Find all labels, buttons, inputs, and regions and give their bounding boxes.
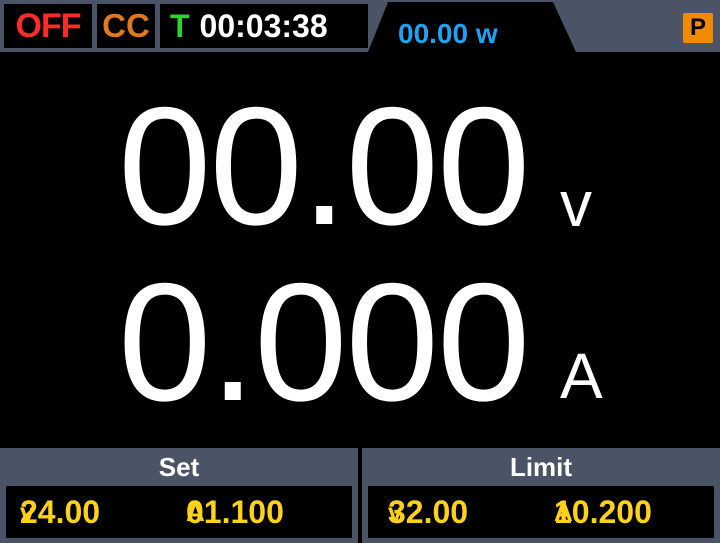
timer-icon: T [170,8,190,44]
voltage-value: 00.00 [118,72,530,260]
voltage-readout: 00.00 v [0,72,720,260]
current-readout: 0.000 A [0,248,720,436]
set-panel-values: 24.00 v 01.100 A [6,486,352,538]
set-panel[interactable]: Set 24.00 v 01.100 A [0,448,358,543]
limit-panel-title: Limit [509,452,573,482]
limit-current-unit: A [554,497,573,527]
set-panel-title: Set [158,452,200,482]
limit-panel-values: 32.00 v 10.200 A [368,486,714,538]
timer-display: T 00:03:38 [160,4,368,48]
power-readout-tab: 00.00 w [368,2,576,52]
limit-voltage-unit: v [388,497,403,527]
output-state-indicator[interactable]: OFF [4,4,92,48]
power-readout: 00.00 w [398,16,498,52]
status-bar: OFF CC T 00:03:38 00.00 w P [0,0,720,52]
current-unit: A [560,340,603,412]
voltage-unit: v [560,168,592,240]
current-value: 0.000 [118,248,530,436]
limit-panel[interactable]: Limit 32.00 v 10.200 A [362,448,720,543]
preset-badge[interactable]: P [683,13,713,43]
power-value: 00.00 [398,18,469,49]
set-current-unit: A [186,497,205,527]
set-voltage-unit: v [20,497,35,527]
timer-value: 00:03:38 [199,8,328,44]
regulation-mode-indicator: CC [97,4,155,48]
power-unit: w [475,18,498,49]
